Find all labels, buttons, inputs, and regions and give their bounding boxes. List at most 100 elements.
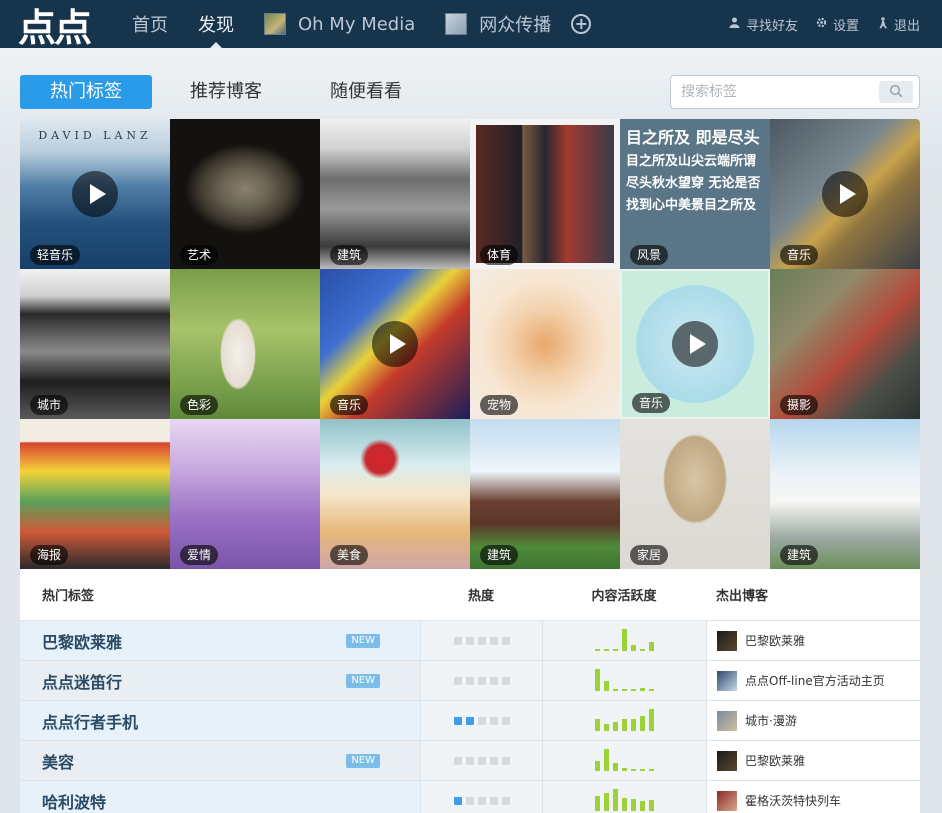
activity-sparkbars xyxy=(542,621,706,660)
settings-link[interactable]: 设置 xyxy=(816,15,859,34)
grid-tile-art[interactable]: 艺术 xyxy=(170,119,320,269)
table-row[interactable]: 美容 NEW 巴黎欧莱雅 xyxy=(20,741,920,781)
blog-avatar xyxy=(445,13,468,35)
featured-blogger-link[interactable]: 巴黎欧莱雅 xyxy=(706,741,920,780)
grid-tile-architecture-1[interactable]: 建筑 xyxy=(320,119,470,269)
heat-dot xyxy=(465,756,474,765)
heat-dot xyxy=(501,716,510,725)
col-header-activity: 内容活跃度 xyxy=(591,589,657,604)
gear-icon xyxy=(816,17,827,31)
grid-tile-color[interactable]: 色彩 xyxy=(170,269,320,419)
activity-bar xyxy=(595,761,600,771)
tag-cell: 哈利波特 xyxy=(20,781,420,813)
nav-discover-link[interactable]: 发现 xyxy=(198,0,234,48)
activity-bar xyxy=(622,768,627,771)
find-friends-link[interactable]: 寻找好友 xyxy=(729,15,798,34)
tab-random-browse[interactable]: 随便看看 xyxy=(300,75,432,109)
blog-name: Oh My Media xyxy=(298,13,416,35)
grid-tile-music-3[interactable]: 音乐 xyxy=(620,269,770,419)
photo-collage xyxy=(476,125,614,263)
user-icon xyxy=(729,17,740,31)
grid-tile-food[interactable]: 美食 xyxy=(320,419,470,569)
tag-search-input[interactable] xyxy=(681,76,881,108)
tag-name-link[interactable]: 点点迷笛行 xyxy=(42,669,122,693)
diandian-logo[interactable]: 点点 xyxy=(18,4,102,50)
add-blog-plus-icon[interactable]: + xyxy=(571,14,592,34)
heat-dot xyxy=(465,676,474,685)
play-icon[interactable] xyxy=(372,321,418,367)
blog-avatar xyxy=(264,13,286,35)
logout-link[interactable]: 退出 xyxy=(877,15,920,34)
grid-tile-home[interactable]: 家居 xyxy=(620,419,770,569)
tile-tag-label: 轻音乐 xyxy=(30,245,81,265)
activity-bar xyxy=(631,799,636,811)
tab-recommended-blogs[interactable]: 推荐博客 xyxy=(160,75,292,109)
tag-cell: 美容 NEW xyxy=(20,741,420,780)
tile-tag-label: 城市 xyxy=(30,395,69,415)
nav-home-link[interactable]: 首页 xyxy=(132,0,168,48)
tile-tag-label: 音乐 xyxy=(632,393,671,413)
tile-tag-label: 体育 xyxy=(480,245,519,265)
featured-blogger-link[interactable]: 巴黎欧莱雅 xyxy=(706,621,920,660)
grid-tile-music-1[interactable]: 音乐 xyxy=(770,119,920,269)
activity-bar xyxy=(604,724,609,731)
heat-dot xyxy=(477,636,486,645)
new-badge: NEW xyxy=(346,754,380,768)
activity-sparkbars xyxy=(542,741,706,780)
grid-tile-city[interactable]: 城市 xyxy=(20,269,170,419)
heat-dot xyxy=(501,796,510,805)
album-cover-text: DAVID LANZ xyxy=(38,129,152,142)
grid-tile-architecture-2[interactable]: 建筑 xyxy=(470,419,620,569)
tab-hot-tags[interactable]: 热门标签 xyxy=(20,75,152,109)
grid-tile-architecture-3[interactable]: 建筑 xyxy=(770,419,920,569)
tile-tag-label: 风景 xyxy=(630,245,669,265)
activity-bar xyxy=(595,796,600,811)
heat-dot xyxy=(453,756,462,765)
heat-dot xyxy=(501,636,510,645)
tag-name-link[interactable]: 美容 xyxy=(42,749,74,773)
grid-tile-photography[interactable]: 摄影 xyxy=(770,269,920,419)
featured-blogger-link[interactable]: 霍格沃茨特快列车 xyxy=(706,781,920,813)
table-row[interactable]: 点点行者手机 城市·漫游 xyxy=(20,701,920,741)
text-post-title: 目之所及 即是尽头 xyxy=(626,128,760,147)
activity-bar xyxy=(640,716,645,731)
activity-sparkbars xyxy=(542,661,706,700)
activity-bar xyxy=(631,769,636,771)
featured-blogger-link[interactable]: 城市·漫游 xyxy=(706,701,920,740)
activity-sparkbars xyxy=(542,701,706,740)
col-header-blogger: 杰出博客 xyxy=(716,589,769,604)
grid-tile-light-music[interactable]: DAVID LANZ 轻音乐 xyxy=(20,119,170,269)
heat-dot xyxy=(465,716,474,725)
activity-bar xyxy=(622,798,627,811)
grid-tile-poster[interactable]: 海报 xyxy=(20,419,170,569)
activity-bar xyxy=(613,789,618,811)
tag-name-link[interactable]: 巴黎欧莱雅 xyxy=(42,629,122,653)
grid-tile-scenery-text[interactable]: 目之所及 即是尽头 目之所及山尖云端所谓尽头秋水望穿 无论是否找到心中美景目之所… xyxy=(620,119,770,269)
nav-blog-oh-my-media[interactable]: Oh My Media xyxy=(264,0,415,48)
play-icon[interactable] xyxy=(822,171,868,217)
grid-tile-love[interactable]: 爱情 xyxy=(170,419,320,569)
heat-dot xyxy=(477,716,486,725)
grid-tile-pets[interactable]: 宠物 xyxy=(470,269,620,419)
table-row[interactable]: 哈利波特 霍格沃茨特快列车 xyxy=(20,781,920,813)
table-row[interactable]: 巴黎欧莱雅 NEW 巴黎欧莱雅 xyxy=(20,621,920,661)
tag-name-link[interactable]: 哈利波特 xyxy=(42,789,106,813)
nav-blog-wangzhong[interactable]: 网众传播 xyxy=(445,0,551,48)
tag-name-link[interactable]: 点点行者手机 xyxy=(42,709,138,733)
tile-tag-label: 色彩 xyxy=(180,395,219,415)
heat-dot xyxy=(489,796,498,805)
search-button[interactable] xyxy=(879,81,913,103)
activity-bar xyxy=(613,763,618,771)
tile-tag-label: 海报 xyxy=(30,545,69,565)
table-row[interactable]: 点点迷笛行 NEW 点点Off-line官方活动主页 xyxy=(20,661,920,701)
tag-cell: 点点行者手机 xyxy=(20,701,420,740)
tile-tag-label: 摄影 xyxy=(780,395,819,415)
grid-tile-music-2[interactable]: 音乐 xyxy=(320,269,470,419)
activity-bar xyxy=(613,649,618,651)
featured-blogger-link[interactable]: 点点Off-line官方活动主页 xyxy=(706,661,920,700)
play-icon[interactable] xyxy=(672,321,718,367)
blogger-avatar xyxy=(717,670,737,691)
grid-tile-sports[interactable]: 体育 xyxy=(470,119,620,269)
play-icon[interactable] xyxy=(72,171,118,217)
activity-bar xyxy=(595,719,600,731)
